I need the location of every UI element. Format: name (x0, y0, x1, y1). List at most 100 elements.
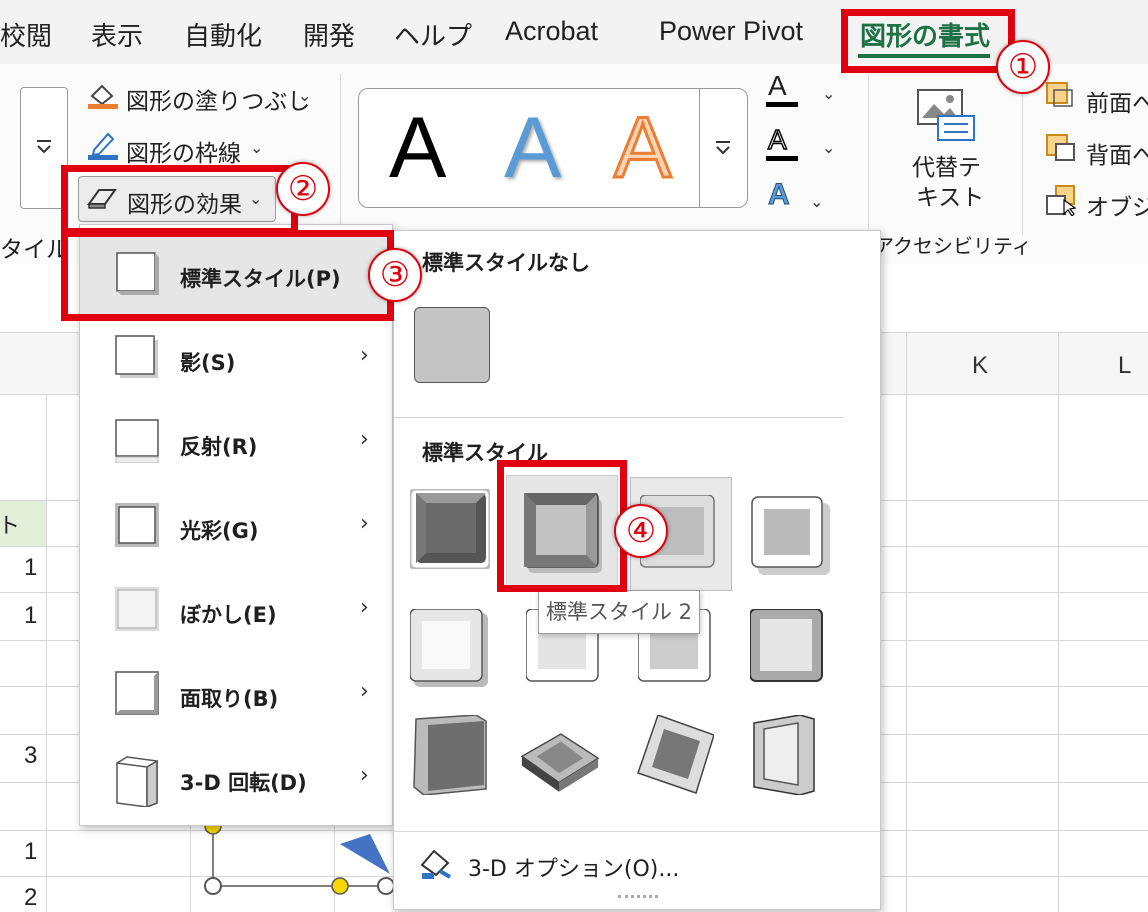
menu-item-label: 反射(R) (180, 435, 258, 459)
alt-text-label-1[interactable]: 代替テ (912, 148, 981, 182)
header-cell[interactable]: ト (0, 500, 46, 546)
3d-options-link[interactable]: 3-D オプション(O)... (468, 851, 679, 883)
cell-value[interactable]: 3 (24, 742, 37, 770)
chevron-down-icon[interactable]: ⌄ (298, 86, 311, 105)
selected-shape[interactable] (200, 814, 400, 912)
cell-value[interactable]: 1 (24, 554, 37, 582)
preset-4[interactable] (750, 495, 830, 575)
chevron-down-icon[interactable]: ⌄ (822, 84, 835, 103)
annotation-badge-1: ① (996, 40, 1050, 94)
text-outline-icon: A (767, 123, 787, 156)
cell-value[interactable]: 1 (24, 602, 37, 630)
annotation-box-3 (61, 230, 394, 321)
preset-12[interactable] (750, 715, 830, 795)
menu-item-label: 影(S) (180, 351, 236, 375)
chevron-down-icon[interactable]: ⌄ (822, 138, 835, 157)
tab-acrobat[interactable]: Acrobat (505, 16, 598, 47)
annotation-box-4 (497, 460, 627, 592)
tab-review[interactable]: 校閲 (0, 16, 52, 53)
preset-gallery: 標準スタイルなし 標準スタイル 3-D オプション(O)... (393, 230, 881, 910)
header-cell-text: ト (0, 514, 21, 539)
menu-item-label: 3-D 回転(D) (180, 771, 307, 795)
preset-11[interactable] (634, 715, 714, 795)
send-backward-button[interactable]: 背面へ (1086, 136, 1148, 170)
shape-fill-button[interactable]: 図形の塗りつぶし (126, 82, 310, 116)
wordart-style-orange[interactable]: A (612, 99, 672, 198)
submenu-arrow-icon: › (360, 679, 369, 704)
menu-item-3d-rotation[interactable]: 3-D 回転(D) › (80, 739, 392, 823)
menu-item-soft-edges[interactable]: ぼかし(E) › (80, 571, 392, 655)
preset-none[interactable] (414, 307, 490, 383)
glow-icon (115, 503, 159, 547)
menu-item-label: 面取り(B) (180, 687, 279, 711)
annotation-badge-4: ④ (614, 504, 668, 558)
preset-10[interactable] (520, 721, 600, 801)
submenu-arrow-icon: › (360, 595, 369, 620)
reflection-icon (115, 419, 159, 463)
menu-item-bevel[interactable]: 面取り(B) › (80, 655, 392, 739)
no-preset-heading: 標準スタイルなし (422, 251, 590, 275)
menu-item-shadow[interactable]: 影(S) › (80, 319, 392, 403)
group-separator (1022, 74, 1023, 234)
group-separator (868, 74, 869, 234)
menu-item-glow[interactable]: 光彩(G) › (80, 487, 392, 571)
text-outline-color-bar (766, 156, 798, 161)
resize-handle (377, 877, 395, 895)
text-fill-color-bar (766, 102, 798, 107)
tab-help[interactable]: ヘルプ (394, 16, 472, 53)
column-header-l[interactable]: L (1118, 352, 1131, 380)
submenu-arrow-icon: › (360, 427, 369, 452)
wordart-styles-gallery: A A A (358, 88, 748, 208)
send-backward-icon (1046, 134, 1075, 161)
wordart-gallery-more-button[interactable] (699, 89, 748, 207)
shape-styles-group-label: タイル (0, 237, 69, 263)
3d-rotation-icon (116, 756, 158, 807)
text-fill-icon: A (768, 70, 787, 101)
column-header-k[interactable]: K (972, 352, 988, 380)
tab-view[interactable]: 表示 (91, 16, 143, 53)
menu-item-label: ぼかし(E) (180, 603, 277, 627)
tab-power-pivot[interactable]: Power Pivot (659, 16, 803, 47)
text-effects-icon: A (768, 178, 791, 212)
tab-automate[interactable]: 自動化 (184, 16, 262, 53)
tab-developer[interactable]: 開発 (303, 16, 355, 53)
annotation-box-2 (61, 165, 298, 235)
paint-bucket-icon (88, 84, 118, 109)
adjust-handle (331, 877, 349, 895)
3d-options-icon (420, 849, 452, 879)
resize-grip[interactable] (618, 895, 658, 902)
chevron-down-icon[interactable]: ⌄ (810, 192, 823, 211)
menu-item-label: 光彩(G) (180, 519, 259, 543)
submenu-arrow-icon: › (360, 763, 369, 788)
pencil-icon (88, 132, 118, 160)
cell-value[interactable]: 2 (24, 884, 37, 912)
accessibility-group-label: アクセシビリティ (874, 234, 1032, 258)
preset-5[interactable] (410, 609, 490, 689)
wordart-style-blue[interactable]: A (504, 99, 561, 198)
alt-text-label-2[interactable]: キスト (916, 178, 984, 212)
submenu-arrow-icon: › (360, 343, 369, 368)
soft-edges-icon (115, 587, 159, 631)
annotation-badge-3: ③ (368, 248, 422, 302)
selection-pane-icon (1046, 185, 1077, 216)
selection-pane-button[interactable]: オブジェ (1086, 188, 1148, 222)
submenu-arrow-icon: › (360, 511, 369, 536)
resize-handle (204, 877, 222, 895)
bring-forward-icon (1046, 82, 1073, 107)
wordart-style-black[interactable]: A (389, 99, 446, 198)
alt-text-icon[interactable] (914, 86, 978, 144)
bring-forward-button[interactable]: 前面へ (1086, 84, 1148, 118)
preset-1[interactable] (410, 489, 490, 569)
preset-8[interactable] (750, 609, 830, 689)
more-arrow-icon (37, 140, 51, 154)
annotation-box-1 (841, 9, 1015, 73)
group-separator (340, 74, 341, 234)
bevel-icon (115, 671, 159, 715)
shape-outline-button[interactable]: 図形の枠線 (126, 134, 241, 168)
more-arrow-icon (716, 141, 730, 155)
preset-9[interactable] (410, 715, 490, 795)
cell-value[interactable]: 1 (24, 838, 37, 866)
chevron-down-icon[interactable]: ⌄ (250, 138, 263, 157)
menu-item-reflection[interactable]: 反射(R) › (80, 403, 392, 487)
annotation-badge-2: ② (276, 162, 330, 216)
